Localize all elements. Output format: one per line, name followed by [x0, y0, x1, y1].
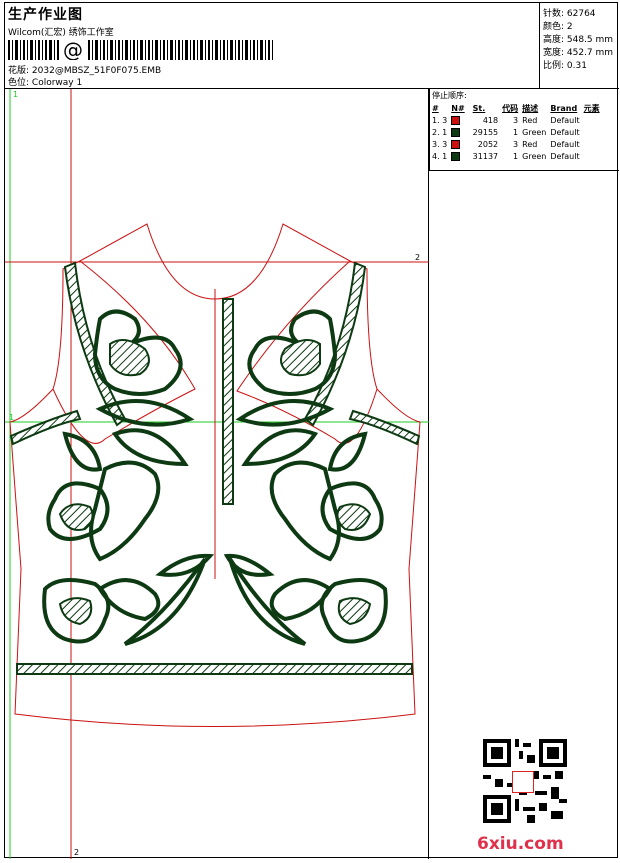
- code-cell: 1: [513, 127, 519, 137]
- col-header: 元素: [583, 103, 600, 113]
- color-swatch: [451, 127, 461, 137]
- code-cell: 3: [513, 139, 519, 149]
- guide-label-top: 2: [415, 253, 420, 262]
- stop-sequence-caption: 停止顺序:: [432, 91, 467, 100]
- colorway-value: Colorway 1: [31, 78, 83, 88]
- embroidery-canvas: 1 2 1 2: [5, 89, 429, 859]
- right-scroll-fill: [280, 339, 321, 377]
- production-sheet: 生产作业图 Wilcom(汇宏) 绣饰工作室 @ 花版: 2032@MBSZ_5…: [4, 2, 619, 859]
- left-leaf-small: [155, 553, 215, 577]
- col-header: 代码: [502, 103, 519, 113]
- left-lower-fill: [58, 597, 93, 626]
- table-row: 2. 1 29155 1 Green Default: [430, 126, 602, 138]
- brand-cell: Default: [550, 127, 580, 137]
- stitch-cell: 31137: [472, 151, 499, 161]
- color-swatch-cell: [449, 126, 466, 138]
- table-header-row: # N# St. 代码 描述 Brand 元素: [430, 102, 602, 114]
- guide-label-bottom: 2: [74, 848, 79, 857]
- hem-border: [16, 663, 413, 675]
- desc-cell: Red: [522, 139, 538, 149]
- stitch-cell: 29155: [472, 127, 499, 137]
- color-swatch: [451, 139, 461, 149]
- desc-cell: Green: [522, 151, 547, 161]
- brand-cell: Default: [550, 115, 580, 125]
- col-header: St.: [472, 103, 486, 113]
- stop-index: 4. 1: [432, 151, 448, 161]
- svg-text:@: @: [63, 40, 83, 60]
- colorway-line: 色位: Colorway 1: [8, 75, 82, 88]
- table-row: 4. 1 31137 1 Green Default: [430, 150, 602, 162]
- col-header: 描述: [522, 103, 539, 113]
- colorway-label: 色位:: [8, 78, 30, 88]
- stop-index: 3. 3: [432, 139, 448, 149]
- table-row: 3. 3 2052 3 Red Default: [430, 138, 602, 150]
- col-header: #: [432, 103, 439, 113]
- design-width: 宽度: 452.7 mm: [543, 48, 614, 58]
- placket-left: [222, 298, 234, 505]
- col-header: N#: [451, 103, 465, 113]
- left-heart-fill: [58, 503, 94, 531]
- col-header: Brand: [550, 103, 578, 113]
- stitch-cell: 418: [482, 115, 499, 125]
- left-leaf-3: [62, 431, 103, 472]
- right-lower-fill: [337, 597, 372, 626]
- barcode-image: @: [8, 40, 273, 60]
- right-heart-fill: [336, 503, 372, 531]
- page-title: 生产作业图: [8, 7, 83, 23]
- color-swatch-cell: [449, 114, 466, 126]
- right-leaf-2: [241, 428, 319, 467]
- design-stats-panel: 针数: 62764 颜色: 2 高度: 548.5 mm 宽度: 452.7 m…: [540, 3, 619, 89]
- watermark-brand: 6xiu.com: [477, 834, 564, 854]
- seal-stamp: [512, 771, 534, 793]
- table-row: 1. 3 418 3 Red Default: [430, 114, 602, 126]
- left-shoulder-border: [9, 409, 82, 446]
- stop-sequence-table: # N# St. 代码 描述 Brand 元素 1. 3 418 3 Red D…: [430, 102, 602, 162]
- color-swatch: [451, 151, 461, 161]
- right-shoulder-border: [348, 409, 421, 446]
- color-swatch: [451, 115, 461, 125]
- color-count: 颜色: 2: [543, 22, 573, 32]
- left-leaf-2: [111, 428, 189, 467]
- brand-cell: Default: [550, 139, 580, 149]
- desc-cell: Red: [522, 115, 538, 125]
- code-cell: 1: [513, 151, 519, 161]
- stitch-count: 针数: 62764: [543, 9, 596, 19]
- embroidery-drawing: 1 2 1 2: [5, 89, 429, 859]
- left-scroll-fill: [109, 339, 150, 377]
- software-label: Wilcom(汇宏) 绣饰工作室: [8, 28, 114, 38]
- stop-index: 1. 3: [432, 115, 448, 125]
- header-panel: 生产作业图 Wilcom(汇宏) 绣饰工作室 @ 花版: 2032@MBSZ_5…: [5, 3, 540, 89]
- watermark-area: 6xiu.com: [429, 171, 619, 859]
- desc-cell: Green: [522, 127, 547, 137]
- left-big-scroll: [89, 460, 161, 562]
- right-big-scroll: [269, 460, 341, 562]
- color-swatch-cell: [449, 150, 466, 162]
- stitch-cell: 2052: [477, 139, 499, 149]
- design-scale: 比例: 0.31: [543, 61, 587, 71]
- design-height: 高度: 548.5 mm: [543, 35, 614, 45]
- guide-label-left-top: 1: [13, 90, 18, 99]
- stop-sequence-panel: 停止顺序: # N# St. 代码 描述 Brand 元素 1. 3 418 3…: [429, 89, 619, 171]
- stop-index: 2. 1: [432, 127, 448, 137]
- brand-cell: Default: [550, 151, 580, 161]
- code-cell: 3: [513, 115, 519, 125]
- guide-label-mid: 1: [9, 413, 14, 422]
- color-swatch-cell: [449, 138, 466, 150]
